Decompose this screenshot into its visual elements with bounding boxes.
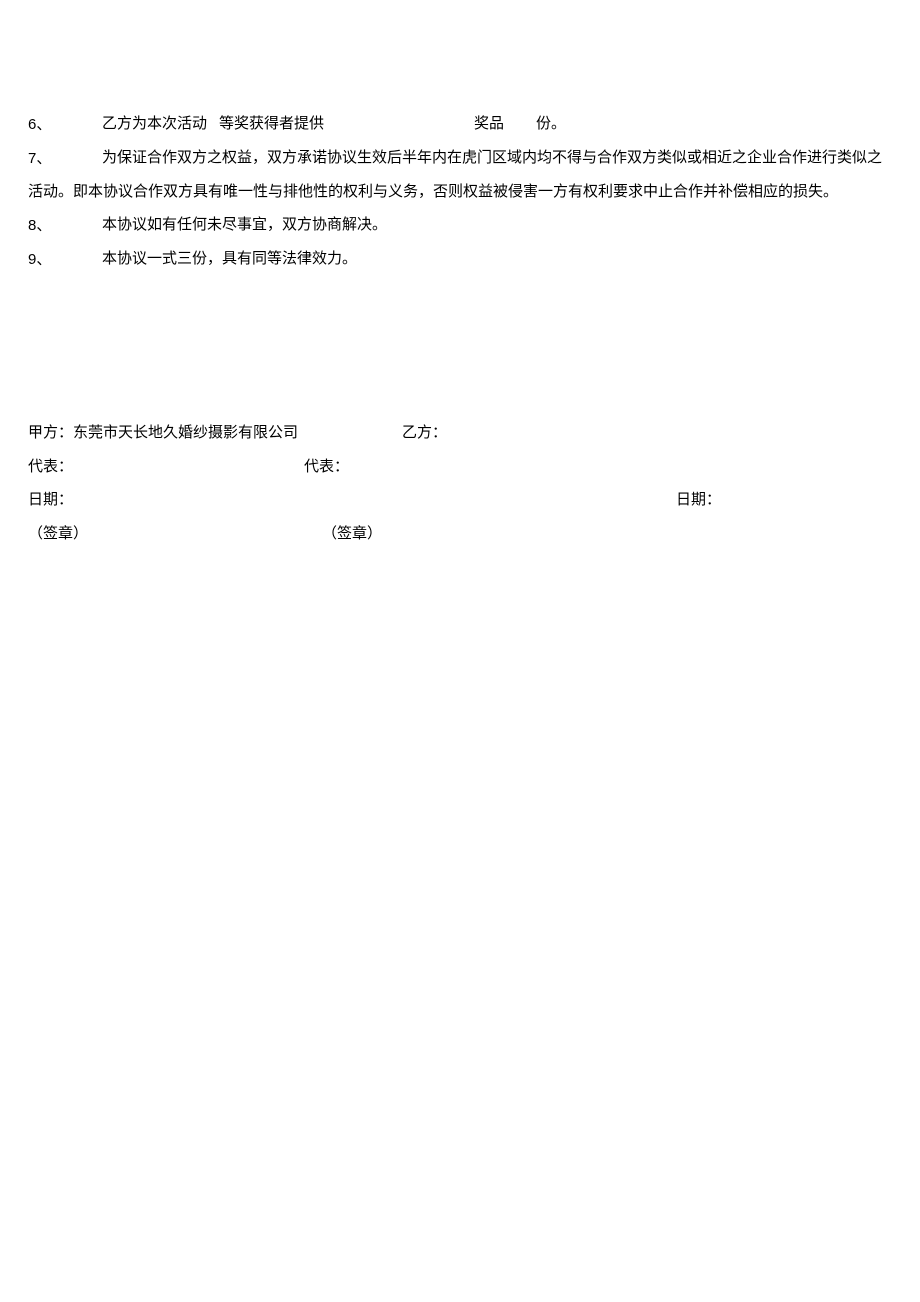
clause-text: 本协议如有任何未尽事宜，双方协商解决。 [102,217,387,233]
clause-number: 8、 [28,209,102,243]
clause-number: 9、 [28,243,102,277]
clause-number: 6、 [28,108,102,142]
date-b-label: 日期： [676,484,721,518]
signature-block: 甲方：东莞市天长地久婚纱摄影有限公司 乙方： 代表： 代表： 日期： 日期： （… [28,417,892,552]
party-row: 甲方：东莞市天长地久婚纱摄影有限公司 乙方： [28,417,892,451]
clause-text: 份。 [536,116,566,132]
seal-b-label: （签章） [322,518,382,552]
clause-7: 7、为保证合作双方之权益，双方承诺协议生效后半年内在虎门区域内均不得与合作双方类… [28,142,892,210]
party-a-name: 东莞市天长地久婚纱摄影有限公司 [73,425,298,441]
clause-9: 9、本协议一式三份，具有同等法律效力。 [28,243,892,277]
seal-row: （签章） （签章） [28,518,892,552]
representative-row: 代表： 代表： [28,451,892,485]
party-a: 甲方：东莞市天长地久婚纱摄影有限公司 [28,417,402,451]
clause-text: 为保证合作双方之权益，双方承诺协议生效后半年内在虎门区域内均不得与合作双方类似或… [28,150,882,200]
clause-text: 奖品 [474,116,504,132]
clause-number: 7、 [28,142,102,176]
clause-text: 乙方为本次活动 [102,116,207,132]
party-a-label: 甲方： [28,425,73,441]
rep-b-label: 代表： [304,451,349,485]
clause-text: 等奖获得者提供 [219,116,324,132]
clause-8: 8、本协议如有任何未尽事宜，双方协商解决。 [28,209,892,243]
rep-a-label: 代表： [28,451,304,485]
party-b-label: 乙方： [402,417,447,451]
clause-6: 6、乙方为本次活动等奖获得者提供 奖品 份。 [28,108,892,142]
clause-text: 本协议一式三份，具有同等法律效力。 [102,251,357,267]
seal-a-label: （签章） [28,518,322,552]
date-a-label: 日期： [28,484,676,518]
date-row: 日期： 日期： [28,484,892,518]
